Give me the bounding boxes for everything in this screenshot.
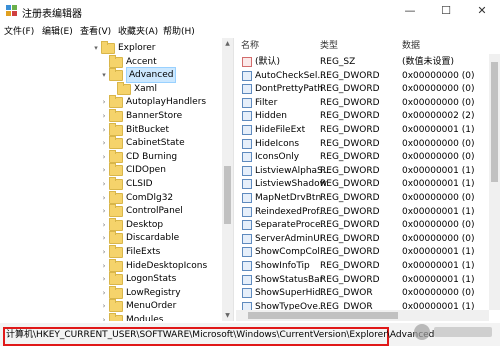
minimize-icon: — [404,4,416,17]
dword-value-icon [242,70,252,81]
folder-icon [109,163,123,177]
folder-icon [109,258,123,272]
dword-value-icon [242,179,252,190]
dword-value-icon [242,288,252,299]
dword-value-icon [242,261,252,271]
menu-view[interactable]: 查看(V) [80,24,111,37]
dword-value-icon [242,97,252,108]
folder-icon [109,217,123,231]
menu-bar: 文件(F) 编辑(E) 查看(V) 收藏夹(A) 帮助(H) [0,22,500,38]
folder-icon [109,231,123,245]
dword-value-icon [242,247,252,258]
values-scroll-thumb[interactable] [491,62,498,182]
menu-edit[interactable]: 编辑(E) [42,24,73,37]
dword-value-icon [242,274,252,285]
dword-value-icon [242,233,252,244]
chevron-icon[interactable]: ▾ [100,67,108,83]
scroll-down-icon[interactable]: ▼ [222,310,233,321]
tree-item-label: Modules [126,315,164,321]
tree-scroll-thumb[interactable] [224,166,231,224]
values-scrollbar[interactable] [489,54,500,310]
maximize-button[interactable]: ☐ [428,0,464,22]
folder-icon [109,95,123,109]
regedit-app-icon [6,5,17,16]
folder-icon [109,272,123,286]
folder-icon [117,81,131,95]
menu-file[interactable]: 文件(F) [4,24,34,37]
scroll-up-icon[interactable]: ▲ [222,38,233,49]
dword-value-icon [242,138,252,149]
column-type-header[interactable]: 类型 [320,38,338,54]
title-bar: 注册表编辑器 — ☐ ✕ [0,0,500,23]
watermark-logo [414,324,492,340]
folder-icon [101,41,115,54]
folder-icon [109,136,123,150]
menu-help[interactable]: 帮助(H) [163,24,195,37]
close-button[interactable]: ✕ [464,0,500,22]
folder-icon [109,190,123,204]
dword-value-icon [242,111,252,122]
dword-value-icon [242,152,252,163]
window-title: 注册表编辑器 [22,9,82,20]
dword-value-icon [242,193,252,203]
folder-icon [109,68,123,82]
values-hscroll-thumb[interactable] [248,312,398,319]
folder-icon [109,109,123,122]
maximize-icon: ☐ [441,4,451,17]
close-icon: ✕ [477,4,487,17]
values-pane: 名称 类型 数据 (默认) REG_SZ (数值未设置) AutoCheckSel..… [236,38,500,321]
dword-value-icon [242,125,252,135]
tree-scrollbar[interactable]: ▲ ▼ [222,38,233,321]
chevron-icon[interactable]: › [100,312,108,321]
minimize-button[interactable]: — [392,0,428,22]
folder-icon [109,54,123,68]
menu-favorites[interactable]: 收藏夹(A) [118,24,158,37]
chevron-icon[interactable]: ▾ [92,40,100,56]
folder-icon [109,245,123,258]
folder-icon [109,177,123,190]
registry-key-tree[interactable]: ▾ Explorer Accent ▾ Advanced Xaml › AutoplayHan… [0,38,234,321]
column-data-header[interactable]: 数据 [402,38,420,54]
dword-value-icon [242,220,252,231]
dword-value-icon [242,84,252,95]
string-value-icon [242,57,252,67]
folder-icon [109,122,123,136]
dword-value-icon [242,206,252,217]
folder-icon [109,204,123,218]
column-name-header[interactable]: 名称 [241,38,259,54]
dword-value-icon [242,165,252,176]
folder-icon [109,313,123,321]
folder-icon [109,299,123,313]
status-path: 计算机\HKEY_CURRENT_USER\SOFTWARE\Microsoft… [6,330,435,340]
folder-icon [109,149,123,163]
folder-icon [109,285,123,299]
